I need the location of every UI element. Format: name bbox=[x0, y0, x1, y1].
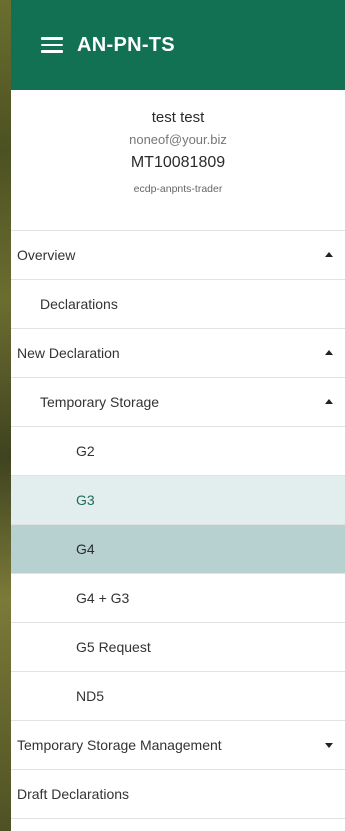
app-title: AN-PN-TS bbox=[77, 33, 175, 56]
nav-item-label: G4 bbox=[76, 541, 95, 557]
nav-item-nd5[interactable]: ND5 bbox=[11, 672, 345, 721]
nav-item-g2[interactable]: G2 bbox=[11, 427, 345, 476]
caret-down-icon[interactable] bbox=[325, 743, 333, 748]
caret-up-icon[interactable] bbox=[325, 350, 333, 355]
nav-item-g4[interactable]: G4 bbox=[11, 525, 345, 574]
user-profile: test test noneof@your.biz MT10081809 ecd… bbox=[11, 90, 345, 231]
app-header: AN-PN-TS bbox=[11, 0, 345, 90]
nav-item-label: Overview bbox=[17, 247, 76, 263]
nav-item-label: ND5 bbox=[76, 688, 105, 704]
caret-up-icon[interactable] bbox=[325, 252, 333, 257]
nav-item-label: New Declaration bbox=[17, 345, 120, 361]
user-id: MT10081809 bbox=[130, 154, 226, 171]
nav-item-new-declaration[interactable]: New Declaration bbox=[11, 329, 345, 378]
nav-item-declarations[interactable]: Declarations bbox=[11, 280, 345, 329]
nav-item-label: G5 Request bbox=[76, 639, 151, 655]
nav-menu: Overview Declarations New Declaration Te… bbox=[11, 231, 345, 819]
nav-item-g3[interactable]: G3 bbox=[11, 476, 345, 525]
nav-item-overview[interactable]: Overview bbox=[11, 231, 345, 280]
nav-item-label: G3 bbox=[76, 492, 95, 508]
caret-up-icon[interactable] bbox=[325, 399, 333, 404]
hamburger-menu-icon[interactable] bbox=[41, 37, 63, 53]
user-role: ecdp-anpnts-trader bbox=[133, 183, 223, 195]
nav-item-temporary-storage-management[interactable]: Temporary Storage Management bbox=[11, 721, 345, 770]
nav-item-label: Declarations bbox=[40, 296, 118, 312]
user-name: test test bbox=[151, 109, 205, 126]
nav-item-label: Temporary Storage Management bbox=[17, 737, 222, 753]
nav-item-g4-g3[interactable]: G4 + G3 bbox=[11, 574, 345, 623]
nav-item-label: Draft Declarations bbox=[17, 786, 130, 802]
user-email: noneof@your.biz bbox=[129, 132, 227, 147]
nav-item-label: G2 bbox=[76, 443, 95, 459]
nav-item-label: Temporary Storage bbox=[40, 394, 160, 410]
nav-item-temporary-storage[interactable]: Temporary Storage bbox=[11, 378, 345, 427]
nav-item-label: G4 + G3 bbox=[76, 590, 130, 606]
nav-item-draft-declarations[interactable]: Draft Declarations bbox=[11, 770, 345, 819]
background-edge bbox=[0, 0, 11, 831]
nav-item-g5-request[interactable]: G5 Request bbox=[11, 623, 345, 672]
side-navigation-drawer: AN-PN-TS test test noneof@your.biz MT100… bbox=[11, 0, 345, 831]
